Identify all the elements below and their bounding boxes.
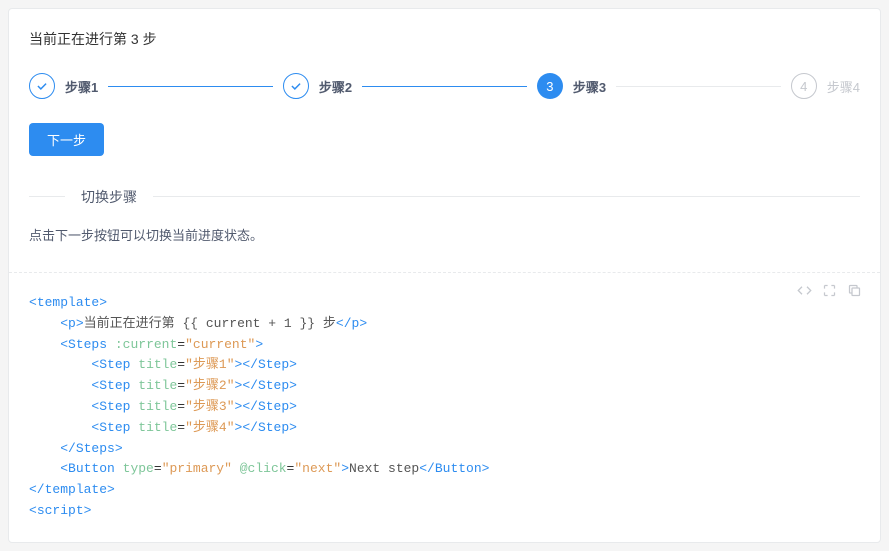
step-3: 3 步骤3: [537, 73, 791, 99]
demo-card: 当前正在进行第 3 步 步骤1 步骤2 3 步骤3: [8, 8, 881, 543]
step-number-icon: 3: [537, 73, 563, 99]
next-button[interactable]: 下一步: [29, 123, 104, 156]
step-number-icon: 4: [791, 73, 817, 99]
check-icon: [283, 73, 309, 99]
step-label: 步骤1: [65, 77, 98, 96]
step-label: 步骤3: [573, 77, 606, 96]
step-1: 步骤1: [29, 73, 283, 99]
expand-icon[interactable]: [822, 283, 837, 298]
step-4: 4 步骤4: [791, 73, 860, 99]
code-block: <template> <p>当前正在进行第 {{ current + 1 }} …: [9, 272, 880, 542]
code-toolbar: [797, 283, 862, 298]
section-divider: 切换步骤: [29, 196, 860, 197]
current-step-text: 当前正在进行第 3 步: [29, 29, 860, 49]
check-icon: [29, 73, 55, 99]
section-description: 点击下一步按钮可以切换当前进度状态。: [29, 225, 860, 244]
copy-icon[interactable]: [847, 283, 862, 298]
code-icon[interactable]: [797, 283, 812, 298]
step-label: 步骤4: [827, 77, 860, 96]
step-connector: [362, 86, 527, 87]
step-connector: [108, 86, 273, 87]
code-content: <template> <p>当前正在进行第 {{ current + 1 }} …: [29, 293, 860, 522]
step-label: 步骤2: [319, 77, 352, 96]
card-body: 当前正在进行第 3 步 步骤1 步骤2 3 步骤3: [9, 9, 880, 244]
section-title: 切换步骤: [65, 187, 153, 207]
steps-container: 步骤1 步骤2 3 步骤3 4 步骤4: [29, 73, 860, 99]
step-2: 步骤2: [283, 73, 537, 99]
step-connector: [616, 86, 781, 87]
